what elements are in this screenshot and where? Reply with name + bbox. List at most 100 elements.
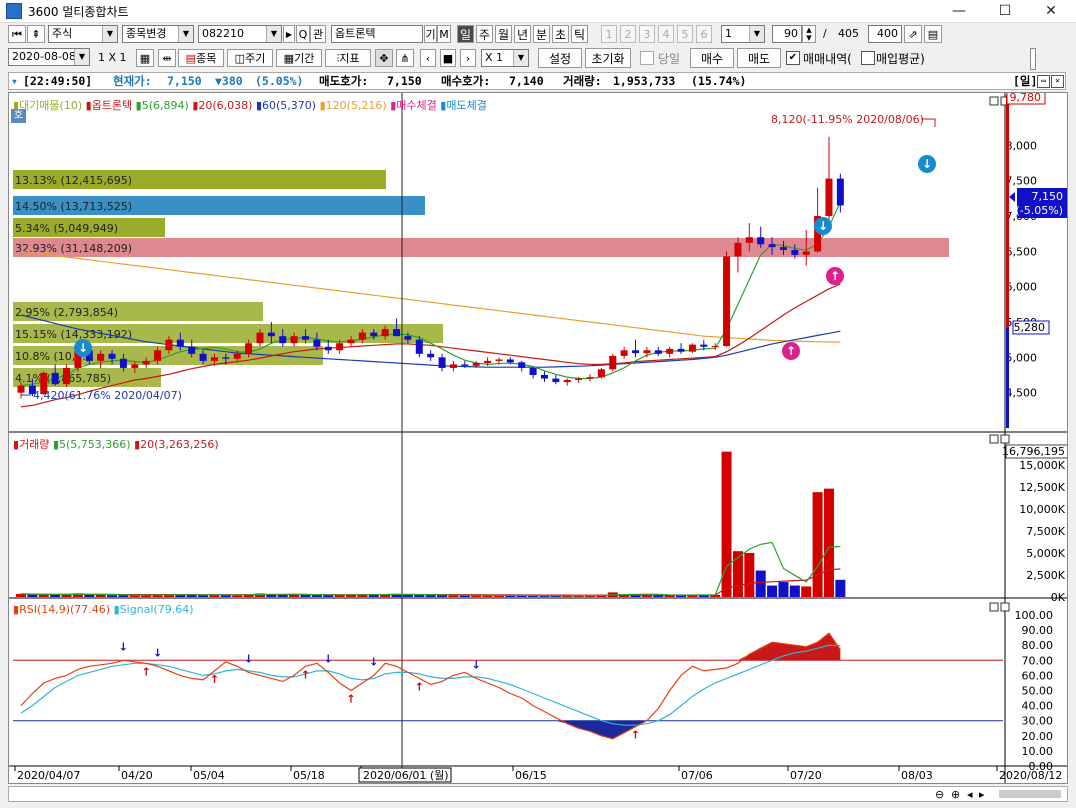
period-label: 기간 [294, 52, 315, 65]
candle-body [176, 339, 184, 347]
today-label: 당일 [658, 52, 681, 66]
period-button[interactable]: ▦기간 [276, 49, 322, 67]
volume-bar [84, 594, 95, 597]
period-tab[interactable]: 초 [552, 25, 569, 43]
candle-body [63, 367, 71, 385]
grid-icon[interactable]: ▦ [136, 49, 154, 67]
multiplier-value: X 1 [485, 51, 504, 64]
hoga-button[interactable]: 호 [11, 109, 26, 123]
legend-ma120: 120(5,216) [325, 99, 387, 112]
pin-icon[interactable]: ⇞ [27, 25, 45, 43]
candle-body [518, 362, 526, 368]
period-tab[interactable]: 일 [457, 25, 474, 43]
chevron-down-icon: ▼ [74, 49, 89, 65]
first-icon[interactable]: ⏮ [8, 25, 26, 43]
number-tab[interactable]: 2 [620, 25, 636, 43]
candle-body [415, 339, 423, 354]
date-picker[interactable]: 2020-08-08 ▼ [8, 48, 90, 66]
legend-signal: Signal(79.64) [119, 603, 194, 616]
close-icon[interactable]: ✕ [1051, 75, 1064, 88]
volume-bar [744, 552, 755, 597]
volume-bar [812, 492, 823, 597]
rsi-signal-line [20, 644, 841, 726]
number-tab[interactable]: 6 [696, 25, 712, 43]
period-tab[interactable]: 년 [514, 25, 531, 43]
number-tab[interactable]: 3 [639, 25, 655, 43]
period-tab[interactable]: 분 [533, 25, 550, 43]
volume-profile-label: 5.34% (5,049,949) [15, 222, 118, 235]
trade-history-checkbox[interactable]: ✔ [786, 51, 800, 65]
buy-button[interactable]: 매수 [690, 48, 734, 68]
reset-button[interactable]: 초기화 [585, 48, 631, 68]
relation-button[interactable]: 관 [310, 25, 326, 43]
next-icon[interactable]: › [460, 49, 476, 67]
num-select-value: 1 [725, 27, 732, 40]
zoom-in-icon[interactable]: ⊕ [951, 788, 960, 801]
m-button[interactable]: M [437, 25, 451, 43]
number-tab[interactable]: 1 [601, 25, 617, 43]
candle-body [267, 332, 275, 337]
count-stepper[interactable]: ▲ ▼ [802, 25, 816, 43]
date-tick-label: 05/18 [293, 769, 325, 782]
chart-scroll-strip[interactable]: ⊖ ⊕ ◂ ▸ [8, 786, 1068, 802]
period-tab[interactable]: 주 [476, 25, 493, 43]
scroll-left-icon[interactable]: ◂ [967, 788, 973, 801]
zoom-icon[interactable]: ⋔ [396, 49, 414, 67]
num-select[interactable]: 1 ▼ [721, 25, 765, 43]
candle-body [199, 353, 207, 361]
maximize-button[interactable]: ☐ [982, 0, 1028, 22]
search-icon[interactable]: Q [296, 25, 310, 43]
date-tick-label: 07/06 [681, 769, 713, 782]
display-count-input[interactable]: 400 [868, 25, 902, 43]
candle-body [745, 237, 753, 243]
zoom-out-icon[interactable]: ⊖ [935, 788, 944, 801]
chevron-down-icon: ▼ [266, 26, 281, 42]
save-icon[interactable]: ▤ [924, 25, 942, 43]
cycle-button[interactable]: ◫주기 [227, 49, 273, 67]
indicator-button[interactable]: ⫶지표 [325, 49, 371, 67]
count-input[interactable]: 90 [772, 25, 802, 43]
ask-price: 7,150 [387, 74, 422, 88]
scroll-thumb[interactable] [999, 790, 1061, 798]
candle-body [51, 372, 59, 385]
legend-vol-ma20: 20(3,263,256) [140, 438, 219, 451]
market-select[interactable]: 주식 ▼ [48, 25, 118, 43]
chevron-down-icon: ▼ [513, 50, 528, 66]
code-input[interactable]: 082210 ▼ [198, 25, 282, 43]
chart-area[interactable]: 13.13% (12,415,695) 14.50% (13,713,525) 5.… [8, 92, 1068, 784]
crosshair-icon[interactable]: ✥ [375, 49, 393, 67]
candle-body [438, 357, 446, 368]
restore-icon[interactable]: ▭ [1037, 75, 1050, 88]
scroll-right-icon[interactable]: ▸ [979, 788, 985, 801]
candle-body [825, 178, 833, 217]
candle-body [643, 350, 651, 354]
number-tab[interactable]: 5 [677, 25, 693, 43]
settings-button[interactable]: 설정 [538, 48, 582, 68]
multiplier-select[interactable]: X 1 ▼ [481, 49, 529, 67]
candle-body [336, 343, 344, 351]
next-arrow-icon[interactable]: ▶ [283, 25, 295, 43]
period-tab[interactable]: 월 [495, 25, 512, 43]
number-tabs: 123456 [601, 25, 721, 43]
close-button[interactable]: ✕ [1028, 0, 1074, 22]
period-tab[interactable]: 틱 [571, 25, 588, 43]
number-tab[interactable]: 4 [658, 25, 674, 43]
avg-price-checkbox[interactable] [861, 51, 875, 65]
item-button[interactable]: ▤종목 [178, 49, 224, 67]
prev-icon[interactable]: ‹ [420, 49, 436, 67]
gi-button[interactable]: 기 [424, 25, 437, 43]
sell-button[interactable]: 매도 [737, 48, 781, 68]
minimize-button[interactable]: — [936, 0, 982, 22]
date-tick-label: 07/20 [790, 769, 822, 782]
stop-icon[interactable]: ■ [440, 49, 456, 67]
candle-body [449, 364, 457, 368]
volume-bar [50, 594, 61, 597]
date-tick-label: 04/20 [121, 769, 153, 782]
stock-name-field[interactable]: 옵트론텍 [331, 25, 423, 43]
split-icon[interactable]: ⇹ [158, 49, 176, 67]
today-checkbox[interactable] [640, 51, 654, 65]
stock-change-select[interactable]: 종목변경 ▼ [122, 25, 194, 43]
export-icon[interactable]: ⇗ [904, 25, 922, 43]
volume-profile-label: 14.50% (13,713,525) [15, 200, 132, 213]
volume-bar [801, 586, 812, 597]
